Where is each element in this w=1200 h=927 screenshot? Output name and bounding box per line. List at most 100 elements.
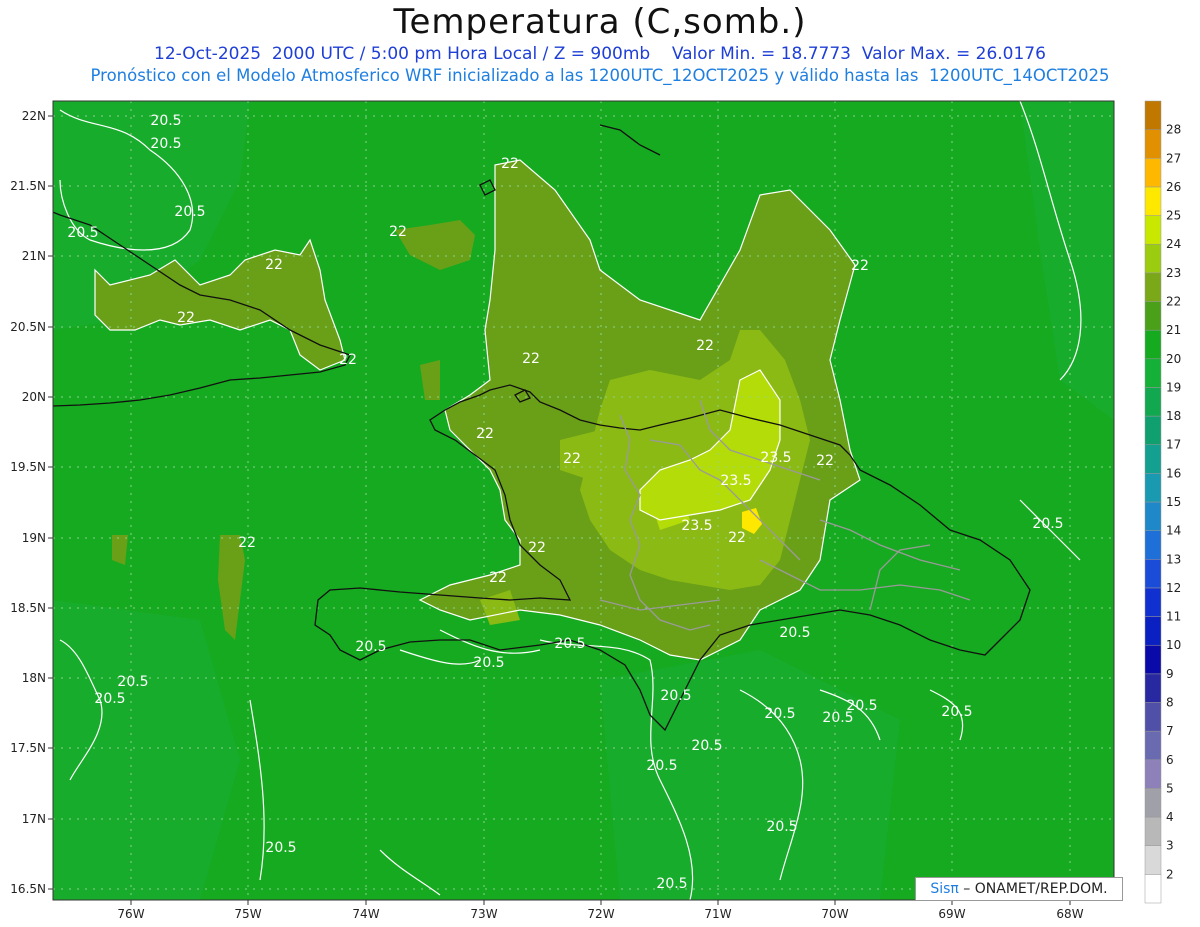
lat-label: 18.5N: [10, 601, 46, 615]
contour-label: 22: [265, 257, 283, 273]
colorbar-swatch: [1144, 559, 1162, 589]
contour-label: 22: [563, 451, 581, 467]
colorbar-level-label: 3: [1166, 839, 1174, 853]
lat-label: 20.5N: [10, 320, 46, 334]
lon-label: 76W: [117, 907, 144, 921]
colorbar-swatch: [1144, 501, 1162, 531]
colorbar-level-label: 22: [1166, 295, 1181, 309]
colorbar-level-label: 5: [1166, 781, 1174, 795]
contour-label: 20.5: [117, 674, 148, 690]
contour-label: 22: [177, 310, 195, 326]
contour-label: 22: [851, 258, 869, 274]
contour-label: 20.5: [150, 136, 181, 152]
contour-label: 20.5: [1032, 516, 1063, 532]
credit-box: Sisπ – ONAMET/REP.DOM.: [915, 877, 1123, 901]
contour-label: 20.5: [656, 876, 687, 892]
lat-label: 17.5N: [10, 741, 46, 755]
contour-label: 20.5: [473, 655, 504, 671]
colorbar-level-label: 14: [1166, 524, 1181, 538]
contour-label: 20.5: [265, 840, 296, 856]
lat-label: 20N: [22, 390, 46, 404]
contour-label: 20.5: [646, 758, 677, 774]
lon-label: 72W: [587, 907, 614, 921]
colorbar-swatch: [1144, 816, 1162, 846]
contour-label: 20.5: [67, 225, 98, 241]
colorbar-swatch: [1144, 644, 1162, 675]
lon-label: 75W: [234, 907, 261, 921]
colorbar-swatch: [1144, 874, 1162, 904]
lon-label: 73W: [470, 907, 497, 921]
colorbar-swatch: [1144, 473, 1162, 503]
contour-label: 22: [728, 530, 746, 546]
colorbar-level-label: 2: [1166, 867, 1174, 881]
contour-label: 22: [816, 453, 834, 469]
colorbar-level-label: 13: [1166, 552, 1181, 566]
colorbar-swatch: [1144, 788, 1162, 818]
colorbar-level-label: 7: [1166, 724, 1174, 738]
colorbar: [1144, 100, 1162, 904]
colorbar-swatch: [1144, 759, 1162, 789]
contour-label: 20.5: [941, 704, 972, 720]
colorbar-swatch: [1144, 730, 1162, 761]
colorbar-swatch: [1144, 415, 1162, 445]
lon-label: 70W: [821, 907, 848, 921]
colorbar-swatch: [1144, 444, 1162, 474]
contour-label: 20.5: [94, 691, 125, 707]
colorbar-swatch: [1144, 243, 1162, 274]
colorbar-level-label: 19: [1166, 380, 1181, 394]
colorbar-swatch: [1144, 186, 1162, 216]
contour-label: 22: [501, 156, 519, 172]
contour-label: 22: [489, 570, 507, 586]
colorbar-swatch: [1144, 100, 1162, 130]
lat-label: 18N: [22, 671, 46, 685]
contour-label: 23.5: [720, 473, 751, 489]
contour-label: 22: [389, 224, 407, 240]
colorbar-swatch: [1144, 530, 1162, 560]
colorbar-level-label: 15: [1166, 495, 1181, 509]
contour-label: 20.5: [150, 113, 181, 129]
colorbar-swatch: [1144, 158, 1162, 188]
colorbar-level-label: 20: [1166, 352, 1181, 366]
contour-label: 23.5: [760, 450, 791, 466]
contour-label: 20.5: [691, 738, 722, 754]
colorbar-level-label: 10: [1166, 638, 1181, 652]
colorbar-swatch: [1144, 387, 1162, 417]
lat-label: 21.5N: [10, 179, 46, 193]
longitude-labels: 76W 75W 74W 73W 72W 71W 70W 69W 68W: [117, 907, 1083, 921]
lat-label: 22N: [22, 109, 46, 123]
colorbar-swatch: [1144, 215, 1162, 245]
contour-label: 22: [339, 352, 357, 368]
contour-label: 23.5: [681, 518, 712, 534]
colorbar-swatch: [1144, 845, 1162, 875]
latitude-labels: 22N 21.5N 21N 20.5N 20N 19.5N 19N 18.5N …: [10, 109, 46, 896]
colorbar-swatch: [1144, 587, 1162, 617]
colorbar-level-label: 24: [1166, 237, 1181, 251]
colorbar-level-label: 27: [1166, 151, 1181, 165]
lon-label: 74W: [352, 907, 379, 921]
lon-label: 69W: [938, 907, 965, 921]
contour-label: 20.5: [779, 625, 810, 641]
colorbar-level-label: 9: [1166, 667, 1174, 681]
colorbar-swatch: [1144, 272, 1162, 302]
colorbar-swatch: [1144, 616, 1162, 646]
lat-label: 19N: [22, 531, 46, 545]
lat-label: 19.5N: [10, 460, 46, 474]
contour-label: 22: [528, 540, 546, 556]
contour-label: 22: [476, 426, 494, 442]
credit-brand: Sisπ: [930, 881, 959, 897]
colorbar-swatch: [1144, 702, 1162, 732]
colorbar-swatch: [1144, 329, 1162, 360]
lon-label: 68W: [1056, 907, 1083, 921]
colorbar-level-label: 23: [1166, 266, 1181, 280]
credit-text: – ONAMET/REP.DOM.: [958, 881, 1108, 897]
colorbar-level-label: 6: [1166, 753, 1174, 767]
colorbar-level-label: 16: [1166, 466, 1181, 480]
colorbar-labels: 2345678910111213141516171819202122232425…: [1166, 123, 1181, 882]
colorbar-level-label: 4: [1166, 810, 1174, 824]
contour-label: 20.5: [766, 819, 797, 835]
temperature-map: 22N 21.5N 21N 20.5N 20N 19.5N 19N 18.5N …: [10, 100, 1181, 921]
contour-label: 20.5: [660, 688, 691, 704]
colorbar-level-label: 21: [1166, 323, 1181, 337]
colorbar-level-label: 8: [1166, 696, 1174, 710]
contour-label: 20.5: [764, 706, 795, 722]
